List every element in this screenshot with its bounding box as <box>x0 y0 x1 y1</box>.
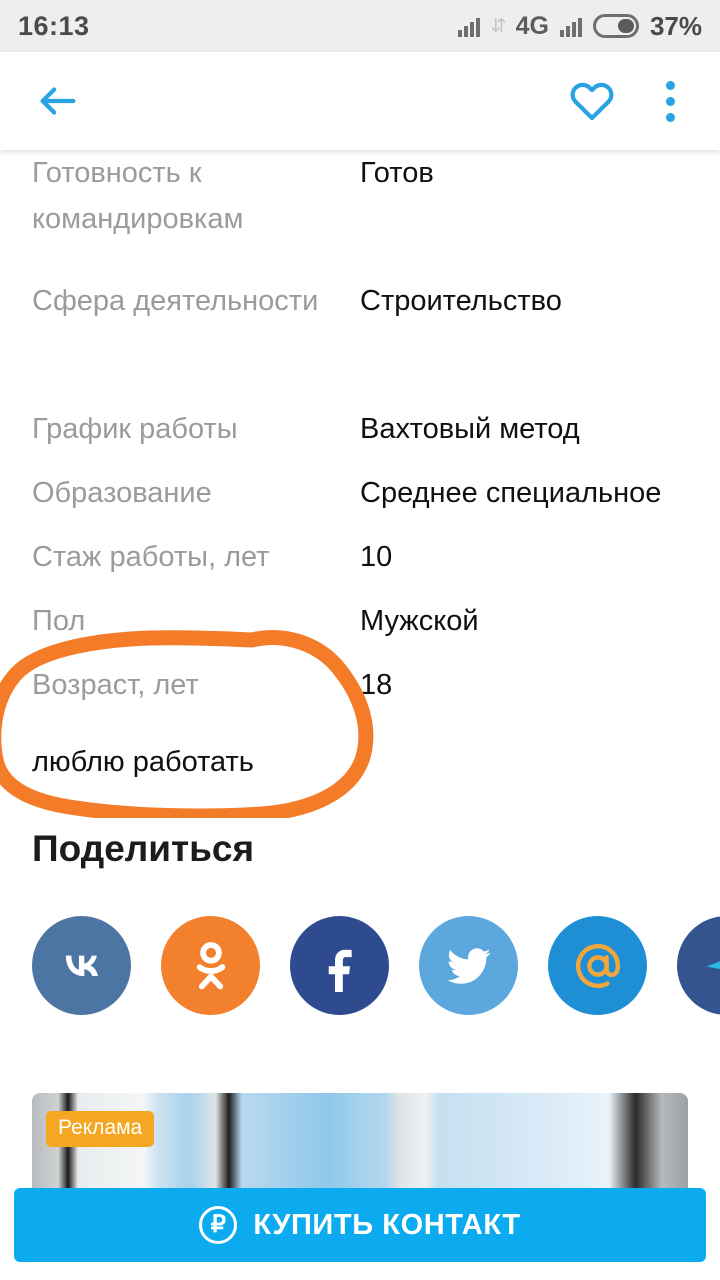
row-label: Возраст, лет <box>32 669 199 701</box>
table-row: Образование Среднее специальное <box>0 470 720 534</box>
share-section-title: Поделиться <box>32 828 255 869</box>
battery-icon <box>592 14 639 38</box>
row-value: Среднее специальное <box>360 477 662 509</box>
row-value: Готов <box>360 157 434 189</box>
status-clock: 16:13 <box>18 10 90 41</box>
row-value: Мужской <box>360 605 479 637</box>
share-button-mail-ru[interactable] <box>548 916 647 1015</box>
about-text: люблю работать <box>32 746 254 778</box>
table-row: График работы Вахтовый метод <box>0 406 720 470</box>
telegram-icon <box>706 960 720 969</box>
facebook-icon <box>328 949 352 992</box>
buy-contact-label: КУПИТЬ КОНТАКТ <box>253 1208 521 1241</box>
status-bar: 16:13 ⇵ 4G 37% <box>0 0 720 52</box>
phone-screen: 16:13 ⇵ 4G 37% Готовность к командировка… <box>0 0 720 1280</box>
ruble-icon: ₽ <box>199 1206 238 1244</box>
table-row: Возраст, лет 18 <box>0 662 720 726</box>
signal-bars-icon-2 <box>559 15 582 37</box>
row-label: Готовность к командировкам <box>32 157 244 235</box>
odnoklassniki-icon <box>196 941 225 989</box>
favorite-button[interactable] <box>556 65 628 137</box>
mail-ru-at-icon <box>575 943 620 988</box>
row-label: График работы <box>32 413 238 445</box>
share-button-odnoklassniki[interactable] <box>161 916 260 1015</box>
twitter-icon <box>446 947 491 984</box>
ad-label-badge: Реклама <box>46 1111 155 1147</box>
share-button-twitter[interactable] <box>419 916 518 1015</box>
vk-icon <box>65 955 98 976</box>
signal-bars-icon <box>457 15 480 37</box>
share-button-vkontakte[interactable] <box>32 916 131 1015</box>
overflow-menu-icon-dot3 <box>665 112 675 122</box>
row-label: Образование <box>32 477 212 509</box>
table-row: Стаж работы, лет 10 <box>0 534 720 598</box>
status-indicators: ⇵ 4G 37% <box>457 10 702 42</box>
detail-list: Готовность к командировкам Готов Сфера д… <box>0 150 720 1015</box>
overflow-menu-button[interactable] <box>642 65 698 137</box>
row-value: Вахтовый метод <box>360 413 580 445</box>
buy-contact-button[interactable]: ₽ КУПИТЬ КОНТАКТ <box>14 1188 706 1262</box>
overflow-menu-icon-dot2 <box>665 96 675 106</box>
heart-outline-icon <box>570 82 614 121</box>
ad-banner[interactable]: Реклама <box>32 1093 688 1198</box>
app-bar <box>0 52 720 150</box>
share-buttons-row <box>0 916 720 1015</box>
network-type-label: 4G <box>515 11 549 40</box>
back-button[interactable] <box>22 65 94 137</box>
back-arrow-icon <box>40 87 76 115</box>
row-label: Стаж работы, лет <box>32 541 270 573</box>
table-row: Пол Мужской <box>0 598 720 662</box>
row-value: Строительство <box>360 285 562 317</box>
share-button-facebook[interactable] <box>290 916 389 1015</box>
row-value: 10 <box>360 541 393 573</box>
overflow-menu-icon <box>665 80 675 90</box>
row-value: 18 <box>360 669 393 701</box>
data-transfer-icon: ⇵ <box>490 15 507 37</box>
battery-percent-label: 37% <box>649 10 702 41</box>
share-button-telegram[interactable] <box>677 916 720 1015</box>
table-row: Сфера деятельности Строительство <box>0 278 720 406</box>
table-row: Готовность к командировкам Готов <box>0 150 720 278</box>
row-label: Сфера деятельности <box>32 285 319 317</box>
row-label: Пол <box>32 605 86 637</box>
